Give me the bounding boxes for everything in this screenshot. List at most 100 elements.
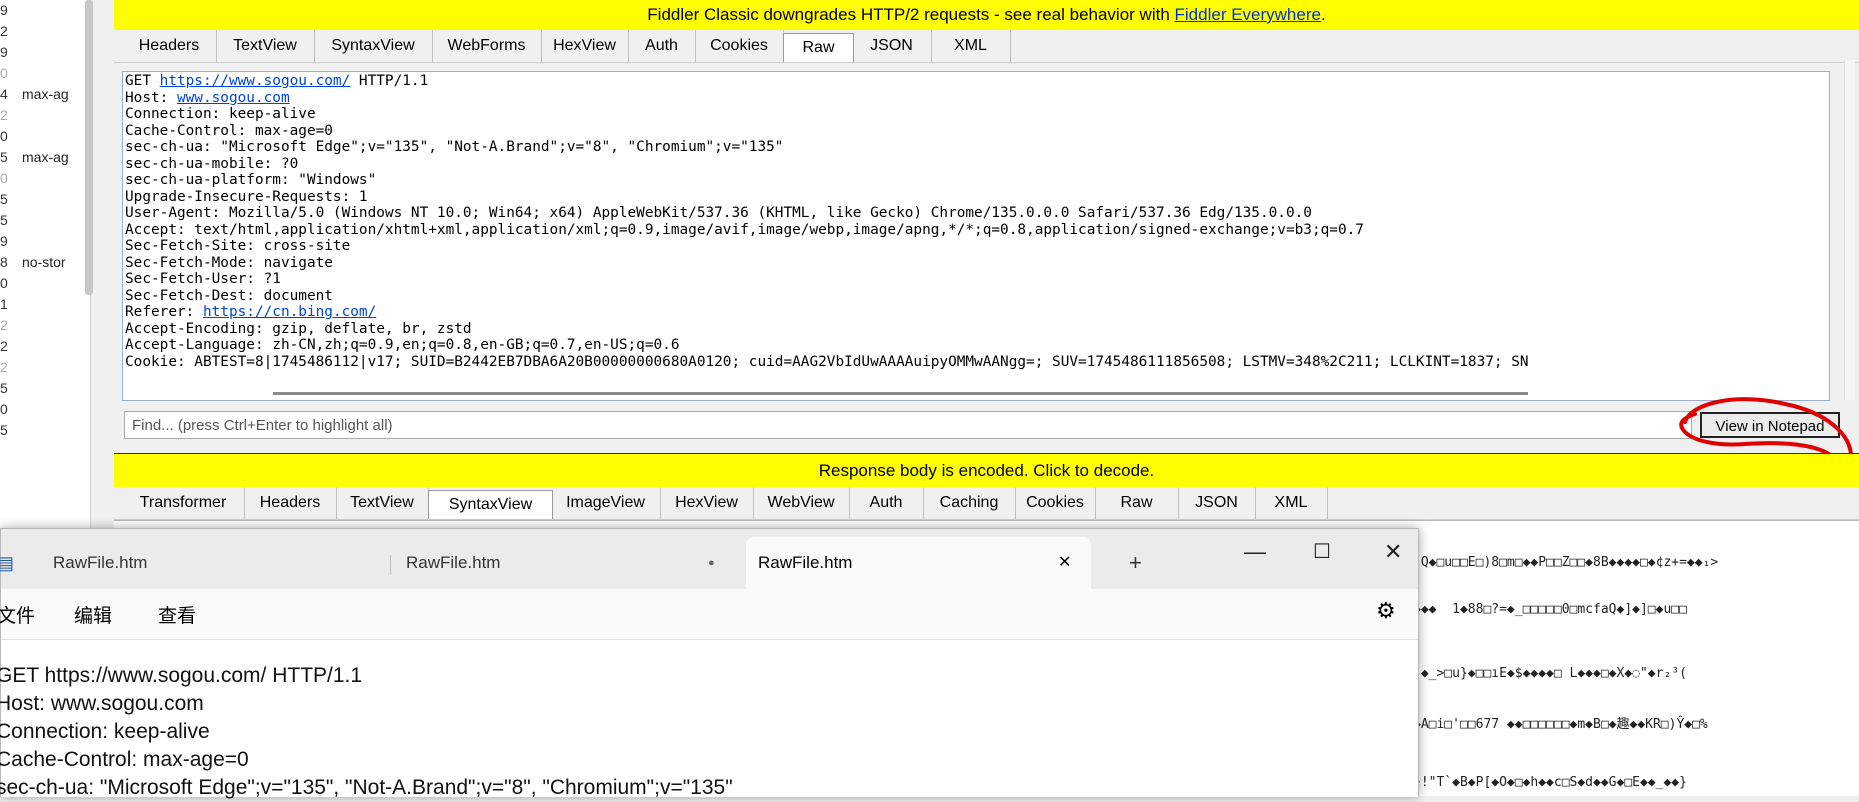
session-row[interactable]: 0 — [0, 126, 90, 146]
notepad-window[interactable]: ▤ RawFile.htm RawFile.htm ● RawFile.htm … — [0, 528, 1419, 799]
notepad-app-icon: ▤ — [0, 553, 15, 573]
tab-close-icon[interactable]: ✕ — [1058, 537, 1071, 589]
session-id: 0 — [0, 170, 8, 186]
fiddler-everywhere-link[interactable]: Fiddler Everywhere — [1175, 5, 1321, 24]
session-row[interactable]: 2 — [0, 336, 90, 356]
tab-auth[interactable]: Auth — [849, 487, 924, 519]
maximize-icon[interactable]: ☐ — [1313, 539, 1331, 564]
session-id: 9 — [0, 233, 8, 249]
session-id: 0 — [0, 275, 8, 291]
session-id: 2 — [0, 317, 8, 333]
session-row[interactable]: 0 — [0, 63, 90, 83]
find-input[interactable]: Find... (press Ctrl+Enter to highlight a… — [124, 411, 1692, 439]
banner-text: Fiddler Classic downgrades HTTP/2 reques… — [647, 5, 1175, 24]
minimize-icon[interactable]: — — [1244, 539, 1266, 565]
request-headers-b: Accept-Encoding: gzip, deflate, br, zstd… — [125, 320, 1529, 370]
session-row[interactable]: 9 — [0, 42, 90, 62]
session-row[interactable]: 5 — [0, 420, 90, 440]
tab-separator — [390, 555, 391, 575]
session-row[interactable]: 5 — [0, 210, 90, 230]
session-row[interactable]: 5 — [0, 189, 90, 209]
request-url-link[interactable]: https://www.sogou.com/ — [160, 73, 351, 89]
session-row[interactable]: 2 — [0, 315, 90, 335]
inspector-vertical-scrollbar[interactable] — [1844, 60, 1855, 400]
request-protocol: HTTP/1.1 — [350, 73, 429, 89]
session-id: 2 — [0, 359, 8, 375]
tab-textview[interactable]: TextView — [336, 487, 429, 519]
session-row[interactable]: 4 max-ag — [0, 84, 90, 104]
session-row[interactable]: 5 — [0, 378, 90, 398]
close-window-icon[interactable]: ✕ — [1384, 539, 1402, 565]
tab-syntaxview[interactable]: SyntaxView — [314, 30, 433, 62]
session-row[interactable]: 9 — [0, 231, 90, 251]
garbled-line: ]Q◆□u□□E□)8□m□◆◆P□□Z□□◆8B◆◆◆◆□◆¢z+=◆◆₁> — [1413, 555, 1719, 570]
tab-hexview[interactable]: HexView — [660, 487, 754, 519]
notepad-tab-3-label: RawFile.htm — [758, 553, 853, 572]
tab-xml[interactable]: XML — [931, 30, 1011, 62]
tab-caching[interactable]: Caching — [923, 487, 1016, 519]
session-row[interactable]: 5 max-ag — [0, 147, 90, 167]
session-id: 5 — [0, 212, 8, 228]
session-caching: max-ag — [22, 86, 69, 102]
response-encoded-banner[interactable]: Response body is encoded. Click to decod… — [114, 453, 1859, 488]
tab-syntaxview[interactable]: SyntaxView — [428, 490, 553, 519]
referer-label: Referer: — [125, 304, 203, 320]
session-id: 0 — [0, 128, 8, 144]
tab-transformer[interactable]: Transformer — [122, 487, 245, 519]
session-id: 8 — [0, 254, 8, 270]
session-row[interactable]: 2 — [0, 105, 90, 125]
raw-horizontal-scrollbar[interactable] — [273, 392, 1528, 395]
notepad-text-line: GET https://www.sogou.com/ HTTP/1.1 — [0, 664, 363, 687]
new-tab-icon[interactable]: + — [1129, 537, 1142, 589]
session-row[interactable]: 0 — [0, 399, 90, 419]
session-row[interactable]: 1 — [0, 294, 90, 314]
notepad-tab-3-active[interactable]: RawFile.htm ✕ — [746, 537, 1091, 589]
session-id: 5 — [0, 422, 8, 438]
tab-cookies[interactable]: Cookies — [695, 30, 784, 62]
notepad-editor[interactable]: GET https://www.sogou.com/ HTTP/1.1 Host:… — [0, 639, 1418, 799]
tab-auth[interactable]: Auth — [628, 30, 696, 62]
tab-headers[interactable]: Headers — [122, 30, 217, 62]
notepad-tab-2[interactable]: RawFile.htm — [406, 537, 500, 589]
session-id: 2 — [0, 338, 8, 354]
referer-link[interactable]: https://cn.bing.com/ — [203, 304, 376, 320]
session-row[interactable]: 0 — [0, 168, 90, 188]
tab-webforms[interactable]: WebForms — [432, 30, 542, 62]
tab-cookies[interactable]: Cookies — [1015, 487, 1096, 519]
tab-xml[interactable]: XML — [1255, 487, 1328, 519]
request-method: GET — [125, 73, 160, 89]
notepad-tab-1[interactable]: RawFile.htm — [53, 537, 147, 589]
garbled-line: §!"T`◆B◆P[◆O◆□◆h◆◆c□S◆d◆◆G◆□E◆◆_◆◆} — [1413, 775, 1687, 790]
view-in-notepad-button[interactable]: View in Notepad — [1700, 412, 1840, 438]
notepad-text-line: Connection: keep-alive — [0, 720, 210, 743]
session-row[interactable]: 2 — [0, 21, 90, 41]
session-row[interactable]: 9 — [0, 0, 90, 20]
tab-textview[interactable]: TextView — [216, 30, 315, 62]
session-caching: max-ag — [22, 149, 69, 165]
notepad-text-line: Host: www.sogou.com — [0, 692, 204, 715]
tab-hexview[interactable]: HexView — [541, 30, 629, 62]
session-list-scrollbar[interactable] — [85, 0, 93, 295]
session-row[interactable]: 0 — [0, 273, 90, 293]
tab-raw[interactable]: Raw — [1095, 487, 1179, 519]
session-id: 4 — [0, 86, 8, 102]
raw-request-view[interactable]: GET https://www.sogou.com/ HTTP/1.1 Host… — [122, 71, 1830, 401]
menu-edit[interactable]: 编辑 — [74, 601, 112, 628]
menu-view[interactable]: 查看 — [158, 601, 196, 628]
session-row[interactable]: 2 — [0, 357, 90, 377]
session-id: 0 — [0, 401, 8, 417]
tab-json[interactable]: JSON — [852, 30, 932, 62]
response-inspector-tabs: Transformer Headers TextView SyntaxView Imag… — [114, 487, 1859, 520]
modified-dot-icon: ● — [708, 557, 715, 569]
tab-imageview[interactable]: ImageView — [551, 487, 661, 519]
tab-webview[interactable]: WebView — [753, 487, 850, 519]
session-row[interactable]: 8 no-stor — [0, 252, 90, 272]
request-inspector-tabs: Headers TextView SyntaxView WebForms HexView… — [114, 30, 1859, 63]
tab-raw[interactable]: Raw — [783, 33, 854, 62]
tab-headers[interactable]: Headers — [244, 487, 337, 519]
menu-file[interactable]: 文件 — [0, 601, 35, 628]
settings-gear-icon[interactable]: ⚙ — [1376, 598, 1396, 624]
tab-json[interactable]: JSON — [1178, 487, 1256, 519]
session-id: 9 — [0, 2, 8, 18]
host-link[interactable]: www.sogou.com — [177, 90, 290, 106]
